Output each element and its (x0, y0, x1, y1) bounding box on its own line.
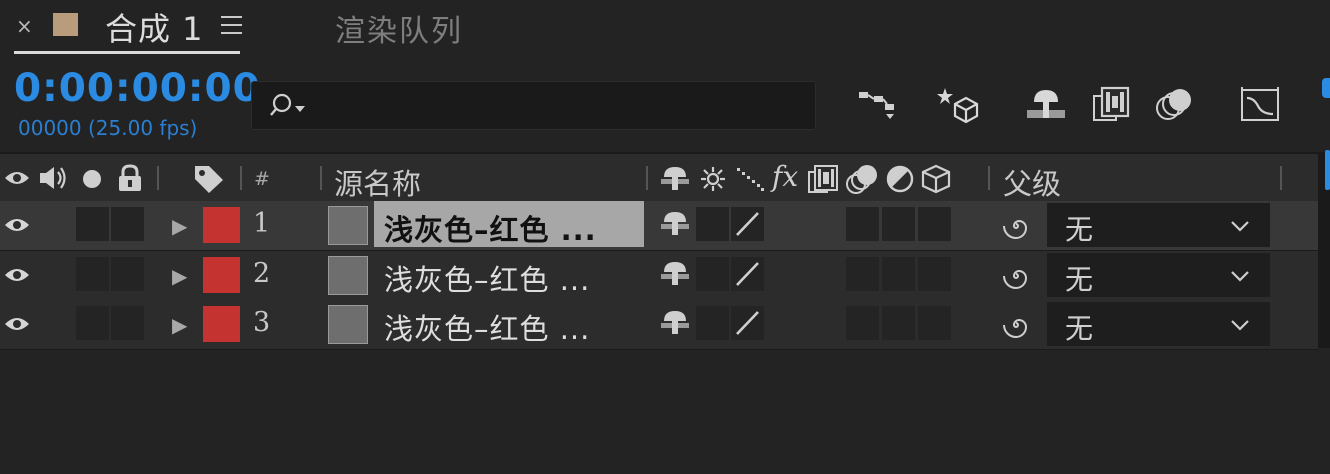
adjustment-layer-icon[interactable] (886, 165, 914, 197)
label-tag-icon[interactable] (193, 164, 225, 198)
expand-triangle-icon[interactable]: ▶ (172, 214, 187, 238)
frame-count-readout: 00000 (25.00 fps) (18, 116, 198, 140)
motion-blur-switch[interactable] (846, 257, 879, 291)
lock-switch[interactable] (111, 306, 144, 340)
lock-switch[interactable] (111, 207, 144, 241)
source-name-header[interactable]: 源名称 (334, 161, 421, 203)
quality-switch[interactable] (731, 207, 764, 241)
effects-header[interactable]: fx (772, 160, 798, 193)
solo-switch[interactable] (76, 207, 109, 241)
solo-switch[interactable] (76, 257, 109, 291)
layer-thumbnail (328, 256, 368, 295)
eye-icon[interactable] (4, 265, 30, 289)
motion-blur-switch[interactable] (846, 207, 879, 241)
shy-switch-icon[interactable] (659, 260, 691, 290)
frame-blending-icon[interactable] (1090, 84, 1134, 124)
current-time-display[interactable]: 0:00:00:00 (14, 66, 261, 111)
panel-tab-bar: × 合成 1 渲染队列 (0, 0, 1330, 54)
quality-switch[interactable] (731, 257, 764, 291)
solo-switch[interactable] (76, 306, 109, 340)
chevron-down-icon (1230, 316, 1250, 335)
solo-icon[interactable] (83, 170, 101, 188)
motion-blur-header-icon[interactable] (845, 162, 881, 200)
parent-header[interactable]: 父级 (1003, 161, 1061, 203)
lock-icon[interactable] (117, 164, 143, 196)
shy-switch-icon[interactable] (659, 309, 691, 339)
tab-render-queue[interactable]: 渲染队列 (335, 6, 463, 50)
hamburger-icon[interactable] (221, 16, 242, 40)
composition-flowchart-icon[interactable] (857, 84, 901, 124)
parent-dropdown[interactable]: 无 (1047, 203, 1270, 247)
expand-triangle-icon[interactable]: ▶ (172, 264, 187, 288)
parent-dropdown[interactable]: 无 (1047, 302, 1270, 346)
adjustment-switch[interactable] (882, 257, 915, 291)
3d-layer-switch[interactable] (918, 207, 951, 241)
layer-row[interactable]: ▶ 1 浅灰色–红色 ... 无 (0, 201, 1318, 251)
frame-blend-header-icon[interactable] (807, 164, 839, 198)
eye-icon[interactable] (4, 215, 30, 239)
collapse-switch[interactable] (696, 207, 729, 241)
speaker-icon[interactable] (38, 164, 68, 196)
layer-search-field[interactable] (251, 81, 816, 130)
label-color-swatch[interactable] (203, 306, 240, 342)
draft-3d-icon[interactable] (937, 84, 981, 124)
collapse-transform-icon[interactable] (700, 166, 726, 196)
parent-dropdown[interactable]: 无 (1047, 253, 1270, 297)
graph-editor-icon[interactable] (1238, 84, 1282, 124)
shy-layers-icon[interactable] (1024, 84, 1068, 124)
layer-thumbnail (328, 305, 368, 344)
3d-layer-switch[interactable] (918, 306, 951, 340)
layer-name[interactable]: 浅灰色–红色 ... (384, 257, 590, 299)
layer-row[interactable]: ▶ 3 浅灰色–红色 ... 无 (0, 300, 1318, 350)
parent-value: 无 (1065, 263, 1094, 296)
quality-icon[interactable] (735, 166, 765, 196)
shy-switch-header-icon[interactable] (659, 165, 691, 195)
quality-switch[interactable] (731, 306, 764, 340)
layer-name[interactable]: 浅灰色–红色 ... (384, 306, 590, 348)
3d-layer-switch[interactable] (918, 257, 951, 291)
parent-value: 无 (1065, 213, 1094, 246)
layer-column-header: # 源名称 fx 父级 (0, 152, 1318, 204)
motion-blur-icon[interactable] (1154, 84, 1198, 124)
chevron-down-icon (1230, 267, 1250, 286)
parent-value: 无 (1065, 312, 1094, 345)
expand-triangle-icon[interactable]: ▶ (172, 313, 187, 337)
layer-row[interactable]: ▶ 2 浅灰色–红色 ... 无 (0, 251, 1318, 301)
lock-switch[interactable] (111, 257, 144, 291)
collapse-switch[interactable] (696, 306, 729, 340)
label-color-swatch[interactable] (203, 257, 240, 293)
adjustment-switch[interactable] (882, 207, 915, 241)
eye-icon[interactable] (4, 168, 30, 192)
shy-switch-icon[interactable] (659, 210, 691, 240)
layer-number: 1 (253, 208, 271, 239)
search-icon (270, 92, 310, 124)
tab-composition[interactable]: 合成 1 (105, 4, 204, 50)
label-color-swatch[interactable] (203, 207, 240, 243)
adjustment-switch[interactable] (882, 306, 915, 340)
layer-number: 3 (253, 307, 271, 338)
layer-thumbnail (328, 206, 368, 245)
scrollbar-thumb[interactable] (1325, 150, 1330, 190)
close-tab-button[interactable]: × (16, 14, 33, 38)
parent-pickwhip-icon[interactable] (1001, 261, 1031, 295)
empty-layer-area[interactable] (0, 350, 1330, 474)
panel-edge-accent (1322, 78, 1330, 98)
composition-color-swatch (53, 13, 78, 36)
layer-name[interactable]: 浅灰色–红色 ... (384, 207, 597, 249)
motion-blur-switch[interactable] (846, 306, 879, 340)
layer-number: 2 (253, 258, 271, 289)
3d-layer-icon[interactable] (921, 164, 951, 198)
chevron-down-icon (1230, 217, 1250, 236)
layer-number-header: # (254, 168, 270, 190)
active-tab-indicator (14, 51, 240, 54)
parent-pickwhip-icon[interactable] (1001, 211, 1031, 245)
parent-pickwhip-icon[interactable] (1001, 310, 1031, 344)
collapse-switch[interactable] (696, 257, 729, 291)
eye-icon[interactable] (4, 314, 30, 338)
